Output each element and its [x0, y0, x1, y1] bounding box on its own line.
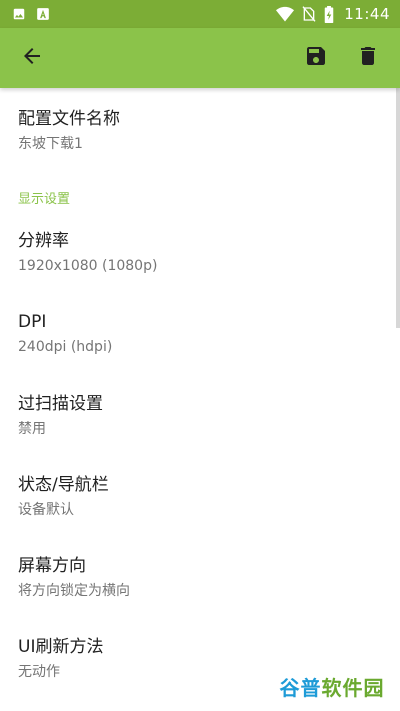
save-icon [304, 44, 328, 72]
save-button[interactable] [290, 30, 342, 86]
delete-button[interactable] [342, 30, 394, 86]
pref-title: 配置文件名称 [18, 109, 120, 129]
wifi-icon [276, 6, 295, 22]
pref-screen-orientation[interactable]: 屏幕方向 将方向锁定为横向 [0, 555, 392, 601]
scrollbar[interactable] [396, 88, 400, 328]
pref-title: 屏幕方向 [18, 556, 86, 576]
pref-overscan[interactable]: 过扫描设置 禁用 [0, 393, 392, 439]
pref-summary: 禁用 [18, 421, 46, 437]
pref-resolution[interactable]: 分辨率 1920x1080 (1080p) [0, 230, 392, 276]
watermark-logo: 谷普 软件园 [272, 668, 392, 704]
arrow-back-icon [20, 44, 44, 72]
image-notification-icon [12, 7, 26, 21]
status-bar: 11:44 [0, 0, 400, 28]
pref-title: 过扫描设置 [18, 394, 103, 414]
pref-title: UI刷新方法 [18, 637, 104, 657]
pref-summary: 东坡下载1 [18, 136, 83, 152]
delete-icon [356, 44, 380, 72]
a-notification-icon [36, 7, 50, 21]
preferences-list: 配置文件名称 东坡下载1 显示设置 分辨率 1920x1080 (1080p) … [0, 88, 400, 711]
pref-profile-name[interactable]: 配置文件名称 东坡下载1 [0, 108, 392, 154]
back-button[interactable] [4, 30, 60, 86]
pref-title: 状态/导航栏 [18, 475, 109, 495]
pref-status-nav-bar[interactable]: 状态/导航栏 设备默认 [0, 474, 392, 520]
pref-title: DPI [18, 312, 47, 332]
pref-summary: 1920x1080 (1080p) [18, 258, 158, 274]
app-bar [0, 28, 400, 88]
status-time: 11:44 [344, 5, 390, 23]
pref-title: 分辨率 [18, 231, 69, 251]
no-sim-icon [302, 6, 316, 22]
watermark-part2: 软件园 [321, 675, 385, 700]
pref-summary: 设备默认 [18, 502, 74, 518]
pref-dpi[interactable]: DPI 240dpi (hdpi) [0, 311, 392, 357]
category-display-settings: 显示设置 [18, 192, 71, 207]
battery-icon [324, 5, 334, 23]
watermark-part1: 谷普 [279, 675, 322, 700]
pref-summary: 将方向锁定为横向 [18, 583, 130, 599]
pref-summary: 240dpi (hdpi) [18, 339, 113, 355]
